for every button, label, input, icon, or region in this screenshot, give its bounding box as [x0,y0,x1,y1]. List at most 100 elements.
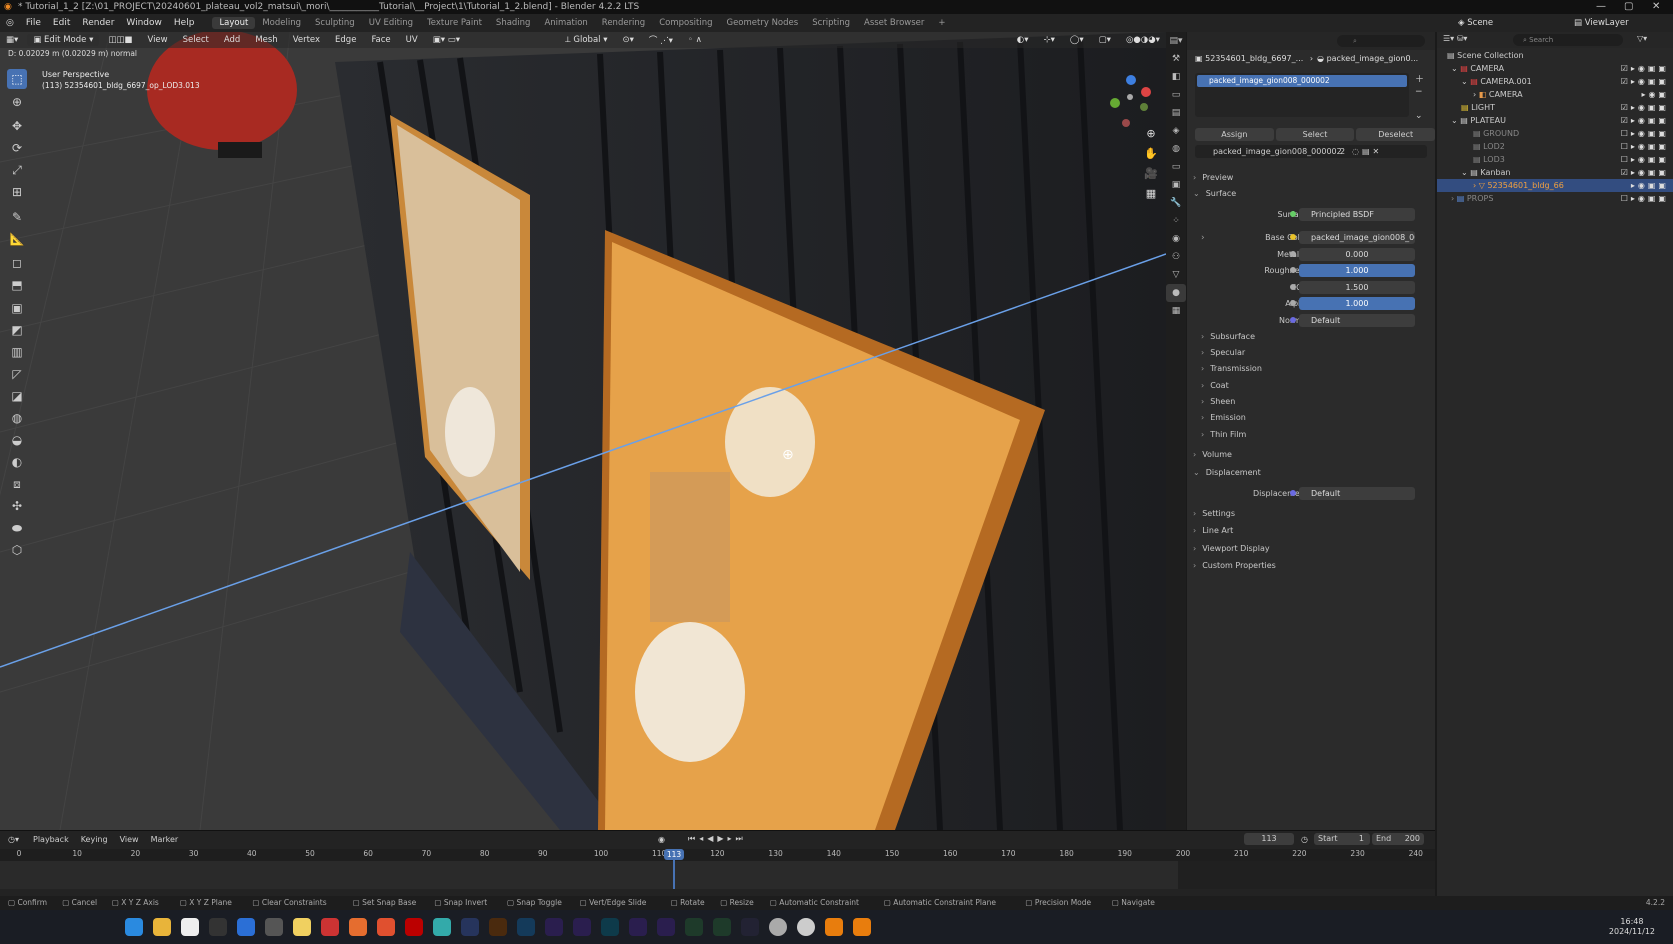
alpha-field[interactable]: 1.000 [1299,297,1415,310]
editor-type-icon-props[interactable]: ▤▾ [1166,32,1186,50]
visibility-toggles[interactable]: ☑▸◉▣▣ [1621,101,1669,114]
filter-icon[interactable]: ▽▾ [1637,34,1647,43]
view-layer-tab-icon[interactable]: ▤ [1166,104,1186,122]
outliner-row-kanban[interactable]: ⌄ ▤ Kanban ☑▸◉▣▣ [1437,166,1673,179]
visibility-toggles[interactable]: ☐▸◉▣▣ [1621,127,1669,140]
outliner-editor-icon[interactable]: ☰▾ ⛁▾ [1443,34,1467,43]
section-emission[interactable]: Emission [1201,413,1246,422]
media-encoder-icon[interactable] [657,918,675,936]
deselect-button[interactable]: Deselect [1356,128,1436,141]
surface-shader-field[interactable]: Principled BSDF [1299,208,1415,221]
properties-search[interactable]: ⌕ [1337,35,1425,47]
material-actions-icons[interactable]: ◌▤✕ [1352,145,1382,158]
bevel-tool-icon[interactable]: ◩ [7,320,27,340]
shading-modes-icon[interactable]: ◎●◑◕▾ [1120,34,1166,46]
outliner-search[interactable]: ⌕ Search [1513,34,1623,46]
base-color-field[interactable]: packed_image_gion008_0000... [1299,231,1415,244]
section-coat[interactable]: Coat [1201,381,1229,390]
viewport-menu-add[interactable]: Add [218,34,246,46]
end-frame-field[interactable]: End 200 [1372,833,1424,845]
spin-tool-icon[interactable]: ◍ [7,408,27,428]
section-thin-film[interactable]: Thin Film [1201,430,1246,439]
viewport-menu-view[interactable]: View [141,34,173,46]
viewport-menu-edge[interactable]: Edge [329,34,362,46]
viewport-menu-select[interactable]: Select [177,34,215,46]
outliner-row-ground[interactable]: ▤ GROUND ☐▸◉▣▣ [1437,127,1673,140]
viewport-menu-mesh[interactable]: Mesh [249,34,283,46]
timeline-editor-icon[interactable]: ◷▾ [0,835,27,844]
viewlayer-selector[interactable]: ▤ ViewLayer [1574,18,1629,28]
displacement-field[interactable]: Default [1299,487,1415,500]
tab-geometry-nodes[interactable]: Geometry Nodes [719,17,805,29]
inset-tool-icon[interactable]: ▣ [7,298,27,318]
viewport-extra-icons[interactable]: ▣▾ ▭▾ [427,34,466,46]
section-custom-properties[interactable]: Custom Properties [1193,561,1276,570]
minimize-icon[interactable]: — [1596,0,1606,14]
rip-tool-icon[interactable]: ⬬ [7,518,27,538]
rotate-tool-icon[interactable]: ⟳ [7,138,27,158]
outliner-row-props[interactable]: › ▤ PROPS ☐▸◉▣▣ [1437,192,1673,205]
tab-shading[interactable]: Shading [489,17,538,29]
timeline-menu-marker[interactable]: Marker [145,835,185,844]
metallic-field[interactable]: 0.000 [1299,248,1415,261]
object-tab-icon[interactable]: ▣ [1166,176,1186,194]
search-app-icon[interactable] [265,918,283,936]
data-tab-icon[interactable]: ▽ [1166,266,1186,284]
chrome-icon[interactable] [293,918,311,936]
tab-sculpting[interactable]: Sculpting [308,17,362,29]
3d-viewport[interactable]: ⊕ ▦▾ ▣ Edit Mode ▾ ◫◫■ View Select Add M… [0,32,1166,830]
section-volume[interactable]: Volume [1193,450,1232,459]
start-frame-field[interactable]: Start 1 [1314,833,1370,845]
material-slot-item[interactable]: packed_image_gion008_000002 [1197,75,1407,87]
visibility-toggles[interactable]: ☐▸◉▣▣ [1621,192,1669,205]
outliner-row-lod3[interactable]: ▤ LOD3 ☐▸◉▣▣ [1437,153,1673,166]
playback-controls[interactable]: ⏮◂◀▶▸⏭ [688,834,747,844]
transform-orientation[interactable]: ⟂ Global ▾ [559,34,613,46]
camera-view-icon[interactable]: 🎥 [1142,165,1160,183]
knife-tool-icon[interactable]: ◸ [7,364,27,384]
visibility-toggles[interactable]: ▸◉▣ [1641,88,1669,101]
add-workspace-icon[interactable]: + [931,17,952,29]
gizmo-icon[interactable]: ⊹▾ [1037,34,1060,46]
menu-help[interactable]: Help [168,18,201,28]
tab-compositing[interactable]: Compositing [652,17,719,29]
painter-icon[interactable] [685,918,703,936]
timeline-menu-playback[interactable]: Playback [27,835,75,844]
tab-asset-browser[interactable]: Asset Browser [857,17,931,29]
record-icon[interactable]: ◉ [658,835,665,844]
store-icon[interactable] [237,918,255,936]
scene-selector[interactable]: ◈ Scene [1458,18,1493,28]
xray-icon[interactable]: ▢▾ [1093,34,1117,46]
shear-tool-icon[interactable]: ✣ [7,496,27,516]
scale-tool-icon[interactable]: ⤢ [7,160,27,180]
output-tab-icon[interactable]: ▭ [1166,86,1186,104]
constraints-tab-icon[interactable]: ⚇ [1166,248,1186,266]
viewport-menu-vertex[interactable]: Vertex [287,34,326,46]
timeline-menu-view[interactable]: View [114,835,145,844]
tool-tab-icon[interactable]: ⚒ [1166,50,1186,68]
add-cube-tool-icon[interactable]: ◻ [7,253,27,273]
outliner-row-plateau[interactable]: ⌄ ▤ PLATEAU ☑▸◉▣▣ [1437,114,1673,127]
tab-rendering[interactable]: Rendering [595,17,652,29]
extrude-tool-icon[interactable]: ⬒ [7,275,27,295]
after-effects-icon[interactable] [545,918,563,936]
pan-hand-icon[interactable]: ✋ [1142,145,1160,163]
photoshop-icon[interactable] [461,918,479,936]
outliner-row-camera-collection[interactable]: ⌄ ▤ CAMERA ☑▸◉▣▣ [1437,62,1673,75]
material-name-field[interactable]: packed_image_gion008_000002 2 ◌▤✕ [1195,145,1427,158]
particles-tab-icon[interactable]: ⁘ [1166,212,1186,230]
cursor-tool-icon[interactable]: ⊕ [7,92,27,112]
visibility-icon[interactable]: ◐▾ [1011,34,1035,46]
timeline-menu-keying[interactable]: Keying [75,835,114,844]
zoom-icon[interactable]: ⊕ [1142,125,1160,143]
maximize-icon[interactable]: ▢ [1624,0,1633,14]
mail-icon[interactable] [405,918,423,936]
office-icon[interactable] [377,918,395,936]
menu-window[interactable]: Window [120,18,168,28]
slot-buttons[interactable]: ＋ − ⌄ [1415,74,1424,122]
section-surface[interactable]: Surface [1193,189,1236,198]
smooth-tool-icon[interactable]: ◒ [7,430,27,450]
section-subsurface[interactable]: Subsurface [1201,332,1255,341]
visibility-toggles[interactable]: ☐▸◉▣▣ [1621,140,1669,153]
timeline-ruler[interactable]: 0 10 20 30 40 50 60 70 80 90 100 110 120 130 140 150 160… [0,849,1435,861]
